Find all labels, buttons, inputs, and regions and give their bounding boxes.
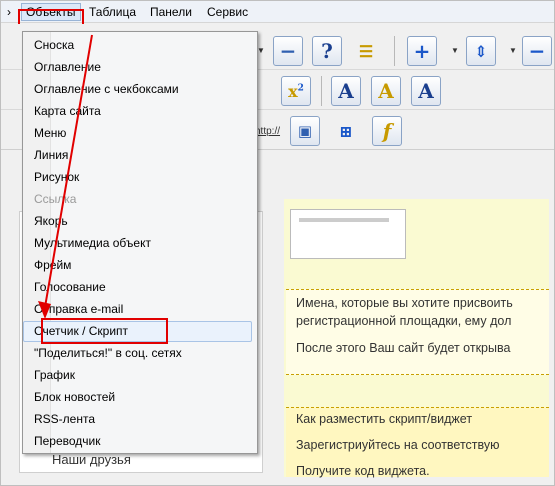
annotation-arrow-icon [38, 34, 93, 319]
app-window: › Объекты Таблица Панели Сервис ▼ − ? ☰ … [0, 0, 555, 486]
